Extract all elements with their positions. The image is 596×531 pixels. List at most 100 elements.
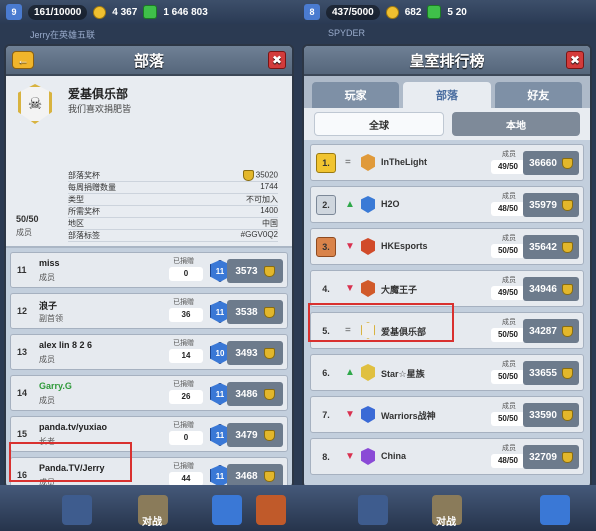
- close-button[interactable]: ✖: [566, 51, 584, 69]
- clan-row[interactable]: 8. ▼ China 成员 48/50 32709: [310, 438, 584, 475]
- clan-trophies: 34287: [523, 319, 579, 343]
- member-role: 成员: [39, 273, 55, 282]
- clan-members: 49/50: [491, 286, 525, 300]
- tab-players[interactable]: 玩家: [312, 82, 400, 108]
- trophy-icon: [263, 429, 275, 441]
- member-trophies: 3573: [227, 259, 283, 283]
- player-name-left: Jerry在英雄五联: [30, 30, 95, 40]
- donated-count: 36: [169, 308, 203, 322]
- chat-icon[interactable]: [212, 495, 242, 525]
- clan-row[interactable]: 5. = 爱基俱乐部 成员 50/50 34287: [310, 312, 584, 349]
- shop-icon[interactable]: [256, 495, 286, 525]
- member-rank: 15: [17, 429, 28, 439]
- trend-up-icon: ▲: [345, 199, 355, 210]
- trophy-icon: [242, 170, 254, 181]
- member-row[interactable]: 15 panda.tv/yuxiao 长老 已捐赠 0 11 3479: [10, 416, 288, 452]
- tab-global[interactable]: 全球: [314, 112, 444, 136]
- donated-label: 已捐赠: [173, 299, 194, 306]
- gem-icon[interactable]: [427, 5, 442, 19]
- skull-icon: [361, 322, 375, 339]
- members-label: 成员: [502, 193, 516, 200]
- skull-icon: ☠: [18, 84, 52, 124]
- trend-down-icon: ▼: [345, 283, 355, 294]
- cards-icon[interactable]: [62, 495, 92, 525]
- close-button[interactable]: ✖: [268, 51, 286, 69]
- clan-panel-title: 部落: [133, 52, 164, 70]
- clan-badge-icon: [361, 196, 375, 213]
- tab-local[interactable]: 本地: [452, 112, 580, 136]
- clan-panel: ← 部落 ✖ ☠ 爱基俱乐部 我们喜欢捐肥皆 部落奖杯 35020 每周捐赠数量…: [4, 44, 294, 489]
- clan-badge-icon: [361, 154, 375, 171]
- trend-neutral-icon: =: [345, 325, 351, 336]
- clan-rank: 8.: [322, 452, 330, 462]
- member-rank: 16: [17, 470, 28, 480]
- leaderboard-tabs: 玩家 部落 好友: [304, 76, 590, 108]
- donated-count: 0: [169, 267, 203, 281]
- member-rank: 12: [17, 306, 28, 316]
- player-name-right: SPYDER: [328, 28, 366, 38]
- member-role: 副首领: [39, 314, 63, 323]
- clan-rank: 2.: [316, 195, 336, 215]
- cards-icon[interactable]: [358, 495, 388, 525]
- stat-row: 部落奖杯 35020: [68, 170, 278, 182]
- donated-count: 14: [169, 349, 203, 363]
- clan-members: 50/50: [491, 328, 525, 342]
- clan-badge-icon: [361, 448, 375, 465]
- gold-amount: 682: [404, 6, 422, 18]
- member-count: 50/50: [16, 214, 39, 224]
- back-button[interactable]: ←: [12, 51, 34, 69]
- gold-icon: [385, 5, 399, 19]
- member-name: miss: [39, 258, 60, 268]
- clan-rank: 3.: [316, 237, 336, 257]
- gold-amount: 4 367: [112, 6, 138, 18]
- trend-down-icon: ▼: [345, 409, 355, 420]
- clan-rank: 6.: [322, 368, 330, 378]
- clan-members: 49/50: [491, 160, 525, 174]
- clan-row[interactable]: 1. = InTheLight 成员 49/50 36660: [310, 144, 584, 181]
- trend-down-icon: ▼: [345, 451, 355, 462]
- tab-clans[interactable]: 部落: [403, 82, 491, 108]
- trophy-icon: [561, 241, 573, 253]
- clan-members: 48/50: [491, 202, 525, 216]
- clan-rank: 4.: [322, 284, 330, 294]
- clan-trophies: 32709: [523, 445, 579, 469]
- trophy-icon: [561, 451, 573, 463]
- clan-badge-icon: [361, 238, 375, 255]
- top-bar-left: 9 161/10000 4 367 1 646 803: [0, 0, 298, 24]
- donated-count: 44: [169, 472, 203, 486]
- clan-name: Star☆星族: [381, 369, 425, 379]
- member-role: 成员: [39, 355, 55, 364]
- tab-friends[interactable]: 好友: [494, 82, 582, 108]
- xp-counter: 437/5000: [326, 4, 380, 20]
- member-row[interactable]: 13 alex lin 8 2 6 成员 已捐赠 14 10 3493: [10, 334, 288, 370]
- member-rank: 14: [17, 388, 28, 398]
- members-label: 成员: [502, 445, 516, 452]
- clan-row[interactable]: 6. ▲ Star☆星族 成员 50/50 33655: [310, 354, 584, 391]
- donated-label: 已捐赠: [173, 258, 194, 265]
- trophy-icon: [263, 388, 275, 400]
- members-label: 成员: [502, 403, 516, 410]
- clan-row[interactable]: 3. ▼ HKEsports 成员 50/50 35642: [310, 228, 584, 265]
- clan-row[interactable]: 2. ▲ H2O 成员 48/50 35979: [310, 186, 584, 223]
- trophy-icon: [263, 347, 275, 359]
- trophy-icon: [561, 283, 573, 295]
- clan-trophies: 34946: [523, 277, 579, 301]
- clan-icon[interactable]: [540, 495, 570, 525]
- member-row[interactable]: 14 Garry.G 成员 已捐赠 26 11 3486: [10, 375, 288, 411]
- member-name: 浪子: [39, 301, 58, 311]
- clan-row[interactable]: 4. ▼ 大魔王子 成员 49/50 34946: [310, 270, 584, 307]
- clan-trophies: 33655: [523, 361, 579, 385]
- clan-info-card: ☠ 爱基俱乐部 我们喜欢捐肥皆 部落奖杯 35020 每周捐赠数量 1744 类型…: [6, 76, 292, 248]
- member-row[interactable]: 11 miss 成员 已捐赠 0 11 3573: [10, 252, 288, 288]
- member-name: Panda.TV/Jerry: [39, 463, 105, 473]
- stat-row: 每周捐赠数量 1744: [68, 182, 278, 194]
- clan-row[interactable]: 7. ▼ Warriors战神 成员 50/50 33590: [310, 396, 584, 433]
- member-row[interactable]: 12 浪子 副首领 已捐赠 36 11 3538: [10, 293, 288, 329]
- gem-icon[interactable]: [143, 5, 158, 19]
- top-bar-right: 8 437/5000 682 5 20: [298, 0, 596, 24]
- member-rank: 13: [17, 347, 28, 357]
- clan-rank: 7.: [322, 410, 330, 420]
- clan-badge-icon: [361, 406, 375, 423]
- clan-name: 爱基俱乐部: [68, 87, 129, 101]
- donated-count: 26: [169, 390, 203, 404]
